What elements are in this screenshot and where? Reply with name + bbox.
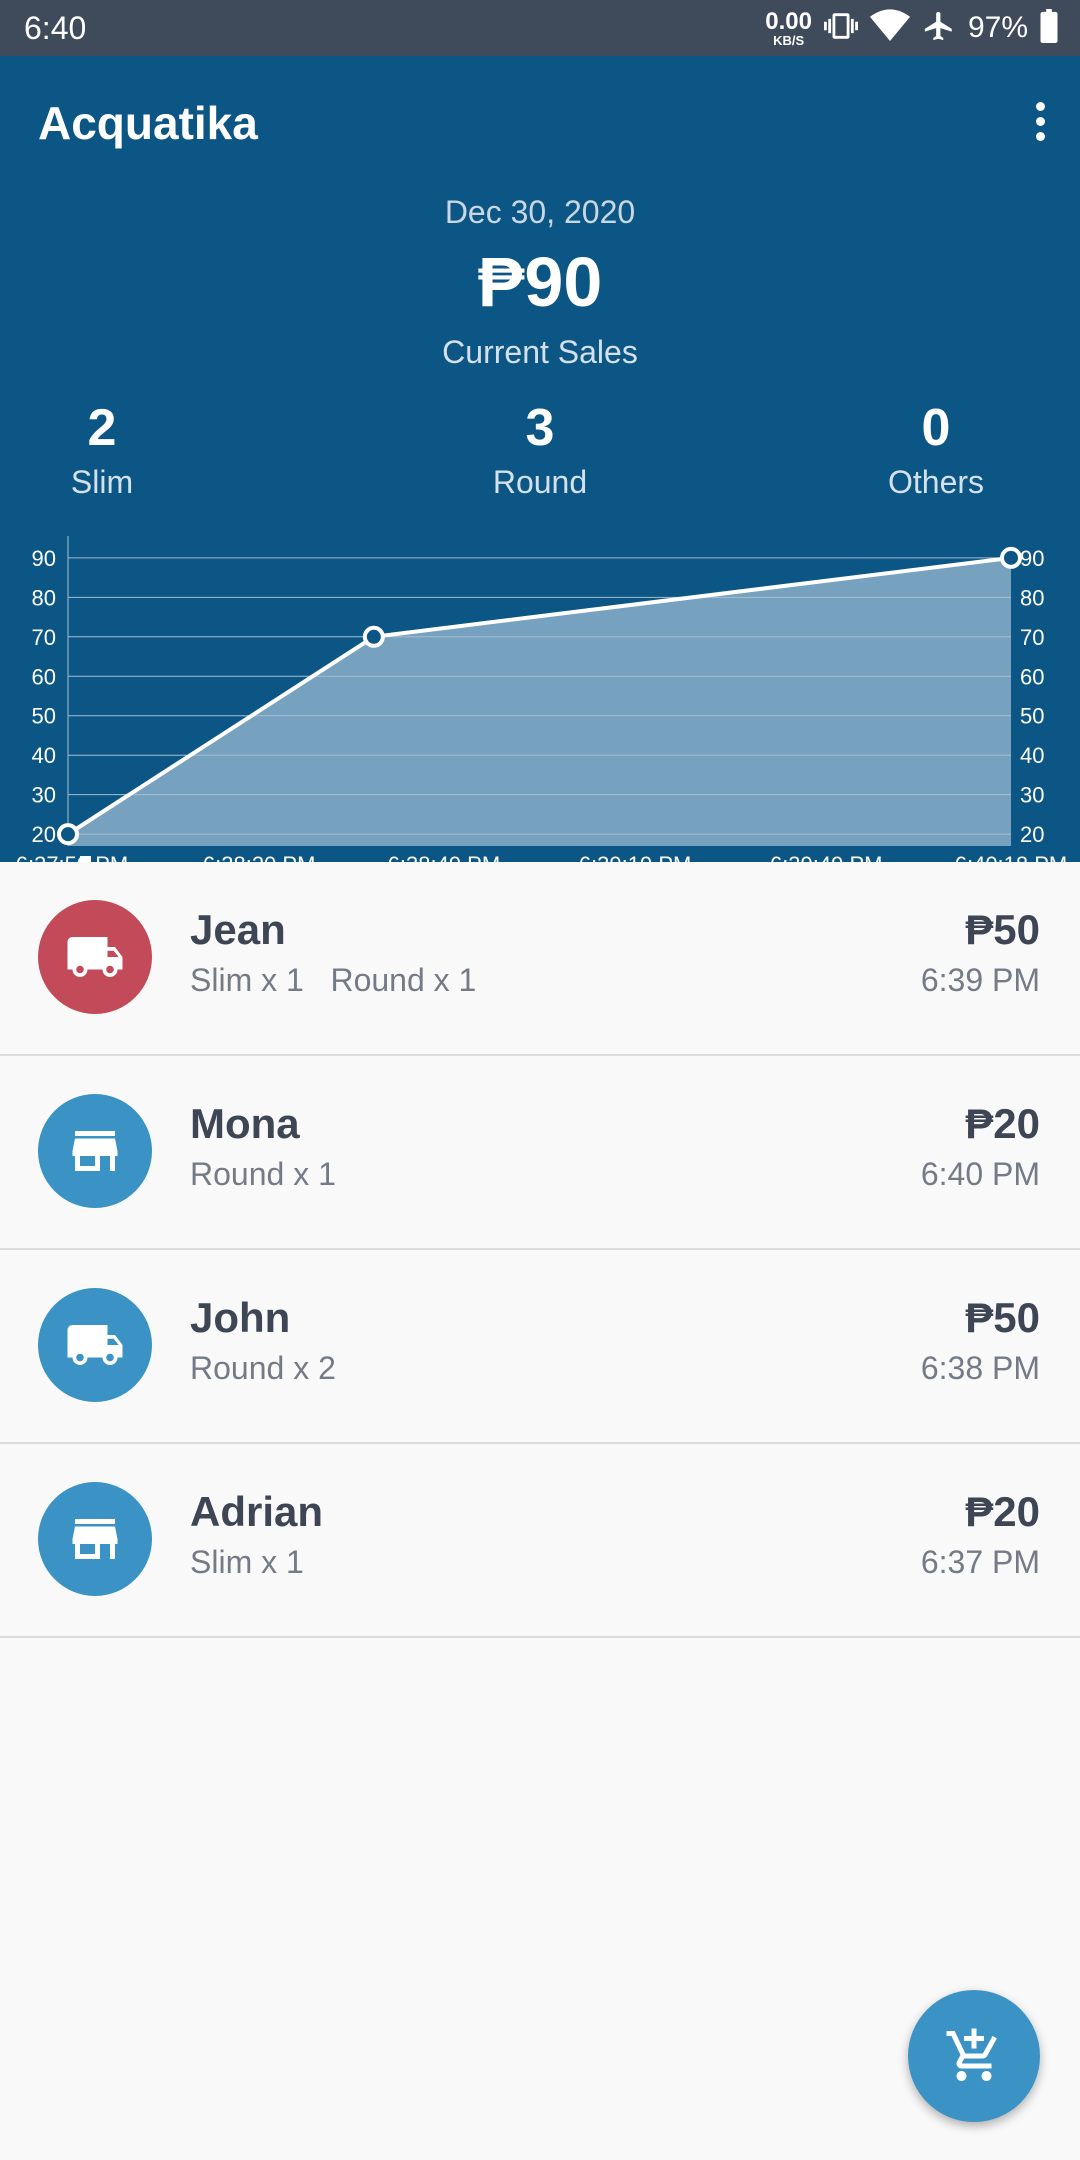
chart-y-tick-right: 50 bbox=[1020, 704, 1044, 729]
customer-name: Mona bbox=[190, 1100, 300, 1147]
battery-percent: 97% bbox=[967, 11, 1028, 44]
chart-y-tick-left: 70 bbox=[32, 625, 56, 650]
chart-point bbox=[57, 823, 79, 846]
sales-chart: 20 20 30 30 40 40 50 50 60 60 70 70 80 80 90 90 6:37:50 … bbox=[16, 536, 1068, 862]
orders-list: Jean Slim x 1 Round x 1 ₱50 6:39 PM Mona… bbox=[0, 862, 1080, 1638]
order-avatar bbox=[38, 1094, 152, 1208]
chart-area bbox=[68, 557, 1011, 846]
chart-x-tick: 6:37:50 PM bbox=[16, 852, 129, 862]
truck-icon bbox=[67, 1325, 123, 1365]
chart-y-tick-right: 70 bbox=[1020, 625, 1044, 650]
current-sales-amount: ₱90 bbox=[477, 243, 603, 321]
stat-round-label: Round bbox=[492, 464, 588, 500]
stat-round: 3 Round bbox=[390, 398, 690, 501]
chart-point bbox=[1000, 546, 1022, 569]
chart-x-tick: 6:38:49 PM bbox=[388, 852, 501, 862]
chart-y-tick-left: 20 bbox=[32, 822, 56, 847]
chart-y-tick-right: 20 bbox=[1020, 822, 1044, 847]
chart-y-tick-left: 40 bbox=[32, 743, 56, 768]
chart-x-tick: 6:39:19 PM bbox=[579, 852, 692, 862]
stat-slim-label: Slim bbox=[70, 464, 134, 500]
status-time: 6:40 bbox=[24, 10, 87, 46]
order-time: 6:39 PM bbox=[920, 962, 1040, 998]
store-icon bbox=[72, 1519, 118, 1559]
customer-name: John bbox=[190, 1294, 291, 1341]
status-bar: 6:40 0.00 KB/S 97% bbox=[0, 0, 1080, 56]
chart-y-tick-left: 60 bbox=[32, 664, 56, 689]
network-speed: 0.00 KB/S bbox=[765, 7, 812, 48]
order-price: ₱20 bbox=[965, 1100, 1040, 1147]
chart-y-tick-right: 30 bbox=[1020, 783, 1044, 808]
wifi-icon bbox=[869, 8, 910, 48]
stat-slim: 2 Slim bbox=[0, 398, 252, 501]
current-sales-label: Current Sales bbox=[442, 334, 638, 370]
sales-summary-header: Acquatika Dec 30, 2020 ₱90 Current Sales… bbox=[0, 56, 1080, 862]
order-row-jean[interactable]: Jean Slim x 1 Round x 1 ₱50 6:39 PM bbox=[0, 862, 1080, 1056]
order-row-john[interactable]: John Round x 2 ₱50 6:38 PM bbox=[0, 1250, 1080, 1444]
app-title: Acquatika bbox=[38, 97, 258, 149]
order-items: Slim x 1 bbox=[190, 1544, 304, 1580]
chart-y-tick-right: 80 bbox=[1020, 585, 1044, 610]
chart-y-tick-right: 90 bbox=[1020, 546, 1044, 571]
order-avatar bbox=[38, 900, 152, 1014]
chart-y-tick-left: 30 bbox=[32, 783, 56, 808]
add-to-cart-icon bbox=[946, 2028, 997, 2081]
order-items: Slim x 1 Round x 1 bbox=[190, 962, 477, 998]
add-order-button[interactable] bbox=[908, 1990, 1040, 2122]
order-time: 6:38 PM bbox=[920, 1350, 1040, 1386]
chart-x-tick: 6:38:20 PM bbox=[203, 852, 316, 862]
vibrate-icon bbox=[823, 9, 858, 48]
network-speed-unit: KB/S bbox=[773, 32, 805, 48]
order-avatar bbox=[38, 1288, 152, 1402]
stat-slim-value: 2 bbox=[87, 399, 117, 457]
chart-y-tick-left: 50 bbox=[32, 704, 56, 729]
order-avatar bbox=[38, 1482, 152, 1596]
store-icon bbox=[72, 1131, 118, 1171]
chart-x-tick: 6:40:18 PM bbox=[955, 852, 1068, 862]
order-row-adrian[interactable]: Adrian Slim x 1 ₱20 6:37 PM bbox=[0, 1444, 1080, 1638]
order-price: ₱50 bbox=[965, 1294, 1040, 1341]
status-icons: 0.00 KB/S 97% bbox=[765, 0, 1058, 56]
order-items: Round x 1 bbox=[190, 1156, 336, 1192]
order-items: Round x 2 bbox=[190, 1350, 336, 1386]
chart-x-tick: 6:39:49 PM bbox=[770, 852, 883, 862]
more-vert-icon[interactable] bbox=[1034, 102, 1046, 144]
customer-name: Adrian bbox=[190, 1488, 324, 1535]
order-price: ₱20 bbox=[965, 1488, 1040, 1535]
chart-y-tick-right: 60 bbox=[1020, 664, 1044, 689]
stat-others: 0 Others bbox=[786, 398, 1080, 501]
stat-others-label: Others bbox=[887, 464, 985, 500]
chart-y-tick-left: 80 bbox=[32, 585, 56, 610]
order-time: 6:40 PM bbox=[920, 1156, 1040, 1192]
order-price: ₱50 bbox=[965, 906, 1040, 953]
truck-icon bbox=[67, 937, 123, 977]
network-speed-value: 0.00 bbox=[765, 7, 812, 35]
order-time: 6:37 PM bbox=[920, 1544, 1040, 1580]
order-row-mona[interactable]: Mona Round x 1 ₱20 6:40 PM bbox=[0, 1056, 1080, 1250]
chart-point bbox=[362, 625, 385, 648]
airplane-icon bbox=[922, 9, 956, 48]
battery-icon bbox=[1040, 8, 1058, 48]
sales-date: Dec 30, 2020 bbox=[444, 194, 636, 230]
chart-y-tick-right: 40 bbox=[1020, 743, 1044, 768]
customer-name: Jean bbox=[190, 906, 286, 953]
stat-round-value: 3 bbox=[525, 399, 555, 457]
stat-others-value: 0 bbox=[921, 399, 951, 457]
chart-y-tick-left: 90 bbox=[32, 546, 56, 571]
